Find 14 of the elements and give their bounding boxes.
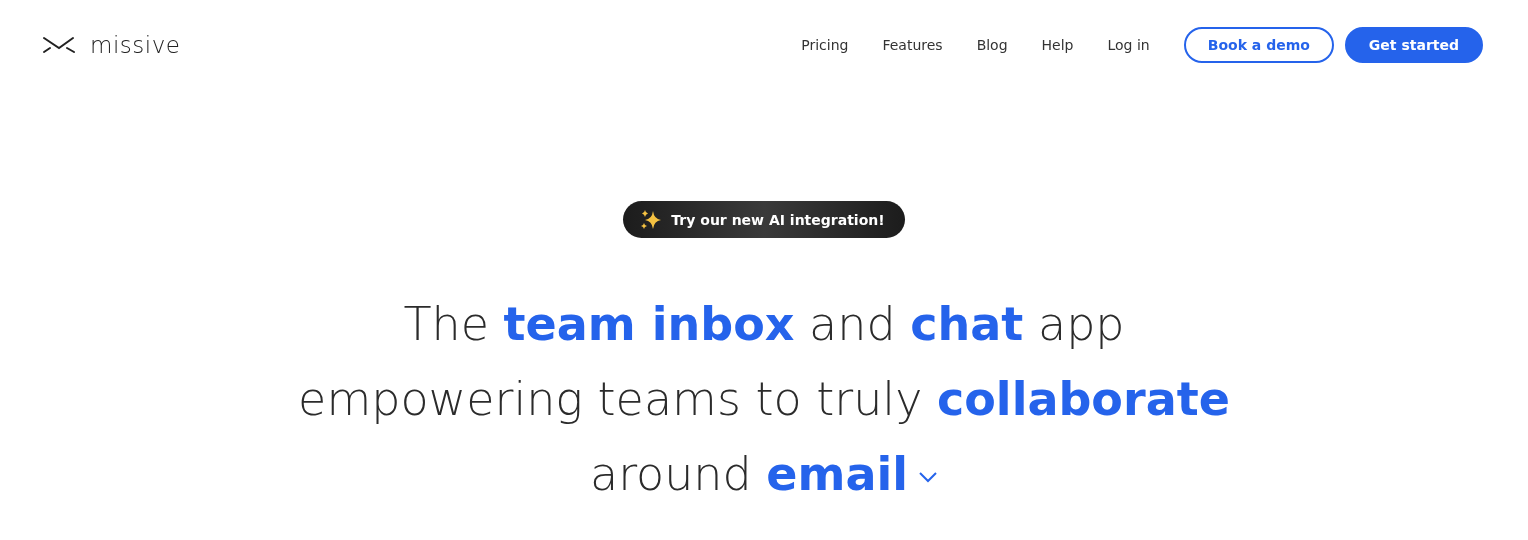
headline-line: The team inbox and chat app xyxy=(403,296,1125,351)
headline-line: around email xyxy=(589,446,909,501)
logo-icon xyxy=(42,36,78,54)
nav-link[interactable]: Blog xyxy=(976,37,1008,53)
logo-text[interactable]: missive xyxy=(90,32,181,58)
get-started-button[interactable]: Get started xyxy=(1344,27,1483,63)
nav-link[interactable]: Help xyxy=(1041,37,1074,53)
book-demo-button[interactable]: Book a demo xyxy=(1183,27,1334,63)
chevron-down-icon[interactable] xyxy=(918,470,939,483)
announcement-badge[interactable]: Try our new AI integration! xyxy=(623,201,905,238)
nav-link[interactable]: Features xyxy=(882,37,943,53)
headline-line: empowering teams to truly collaborate xyxy=(298,371,1230,426)
nav-link[interactable]: Log in xyxy=(1107,37,1150,53)
nav-link[interactable]: Pricing xyxy=(801,37,849,53)
